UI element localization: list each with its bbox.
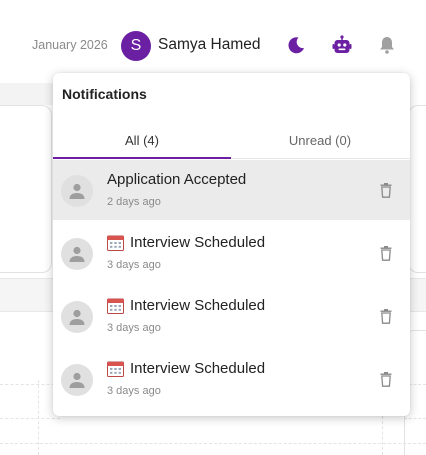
notifications-title: Notifications: [62, 86, 147, 102]
current-date: January 2026: [32, 38, 108, 52]
moon-icon[interactable]: [284, 33, 308, 57]
bell-icon[interactable]: [375, 33, 399, 57]
calendar-icon: [107, 361, 124, 377]
delete-icon[interactable]: [377, 306, 395, 326]
notification-title-text: Interview Scheduled: [130, 360, 266, 377]
person-icon: [61, 364, 93, 396]
notification-title-text: Interview Scheduled: [130, 234, 266, 251]
notification-item[interactable]: Interview Scheduled 3 days ago: [53, 223, 410, 283]
notification-item[interactable]: Application Accepted 2 days ago: [53, 160, 410, 220]
delete-icon[interactable]: [377, 180, 395, 200]
calendar-icon: [107, 298, 124, 314]
robot-icon[interactable]: [330, 33, 354, 57]
user-avatar[interactable]: S: [121, 31, 151, 61]
background-gridline: [0, 384, 60, 385]
background-gridline: [38, 380, 39, 455]
person-icon: [61, 301, 93, 333]
notification-time: 2 days ago: [107, 196, 161, 208]
background-band: [410, 278, 426, 312]
notification-title-text: Application Accepted: [107, 171, 247, 188]
notification-item[interactable]: Interview Scheduled 3 days ago: [53, 286, 410, 346]
delete-icon[interactable]: [377, 243, 395, 263]
notification-title: Interview Scheduled: [107, 234, 265, 251]
notification-tabs: All (4) Unread (0): [53, 121, 410, 159]
user-name[interactable]: Samya Hamed: [158, 36, 261, 54]
background-gridline: [404, 418, 426, 419]
background-card: [408, 105, 426, 273]
background-card: [0, 105, 52, 273]
calendar-icon: [107, 235, 124, 251]
avatar-letter: S: [130, 37, 142, 54]
person-icon: [61, 238, 93, 270]
notification-title: Application Accepted: [107, 171, 246, 188]
person-icon: [61, 175, 93, 207]
background-gridline: [0, 443, 426, 444]
tab-all[interactable]: All (4): [53, 121, 231, 159]
notification-title: Interview Scheduled: [107, 360, 265, 377]
notifications-dropdown: Notifications All (4) Unread (0) Applica…: [53, 73, 410, 416]
active-tab-indicator: [53, 157, 231, 159]
notification-item[interactable]: Interview Scheduled 3 days ago: [53, 349, 410, 409]
tab-unread[interactable]: Unread (0): [231, 121, 409, 159]
page: January 2026 S Samya Hamed Notifications: [0, 0, 426, 455]
notification-title: Interview Scheduled: [107, 297, 265, 314]
notification-time: 3 days ago: [107, 259, 161, 271]
delete-icon[interactable]: [377, 369, 395, 389]
notification-time: 3 days ago: [107, 322, 161, 334]
notification-time: 3 days ago: [107, 385, 161, 397]
notification-title-text: Interview Scheduled: [130, 297, 266, 314]
background-gridline: [0, 418, 60, 419]
